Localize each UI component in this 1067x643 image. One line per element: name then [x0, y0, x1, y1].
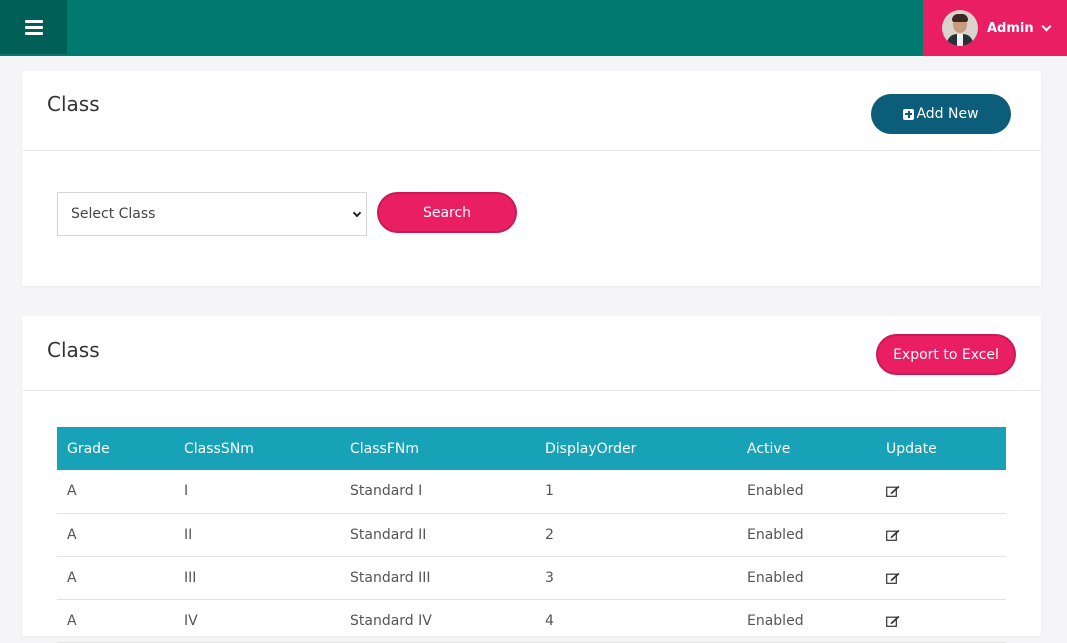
cell-grade: A: [57, 513, 174, 557]
export-to-excel-button[interactable]: Export to Excel: [876, 334, 1016, 375]
cell-classsnm: II: [174, 513, 340, 557]
edit-icon[interactable]: [886, 529, 900, 541]
edit-icon[interactable]: [886, 572, 900, 584]
cell-active: Enabled: [737, 556, 876, 600]
column-header-classfnm[interactable]: ClassFNm: [340, 427, 535, 470]
cell-grade: A: [57, 470, 174, 514]
cell-classsnm: IV: [174, 599, 340, 643]
column-header-classsnm[interactable]: ClassSNm: [174, 427, 340, 470]
add-new-label: Add New: [916, 106, 979, 122]
cell-update: [876, 599, 1006, 643]
cell-grade: A: [57, 599, 174, 643]
table-row: A IV Standard IV 4 Enabled: [57, 599, 1006, 643]
cell-active: Enabled: [737, 599, 876, 643]
avatar: [942, 10, 978, 46]
cell-active: Enabled: [737, 513, 876, 557]
chevron-down-icon: [1041, 21, 1052, 31]
user-name: Admin: [987, 20, 1034, 36]
menu-toggle-button[interactable]: [0, 0, 67, 54]
cell-update: [876, 470, 1006, 514]
column-header-active[interactable]: Active: [737, 427, 876, 470]
cell-active: Enabled: [737, 470, 876, 514]
class-list-card-header: Class Export to Excel: [22, 316, 1041, 391]
page-title: Class: [47, 92, 100, 116]
cell-classfnm: Standard IV: [340, 599, 535, 643]
cell-classfnm: Standard I: [340, 470, 535, 514]
cell-update: [876, 513, 1006, 557]
cell-displayorder: 4: [535, 599, 737, 643]
class-list-card: Class Export to Excel Grade ClassSNm Cla…: [22, 316, 1041, 643]
chevron-down-icon: [352, 208, 362, 218]
table-row: A III Standard III 3 Enabled: [57, 556, 1006, 600]
top-navbar: Admin: [0, 0, 1067, 56]
edit-icon[interactable]: [886, 485, 900, 498]
user-menu[interactable]: Admin: [923, 0, 1067, 56]
cell-classfnm: Standard III: [340, 556, 535, 600]
table-row: A I Standard I 1 Enabled: [57, 470, 1006, 514]
column-header-update: Update: [876, 427, 1006, 470]
table-header-row: Grade ClassSNm ClassFNm DisplayOrder Act…: [57, 427, 1006, 470]
cell-update: [876, 556, 1006, 600]
plus-square-icon: [903, 108, 915, 120]
cell-classsnm: III: [174, 556, 340, 600]
list-title: Class: [47, 338, 100, 362]
cell-displayorder: 3: [535, 556, 737, 600]
class-select-value: Select Class: [71, 206, 156, 222]
hamburger-menu-icon: [24, 20, 43, 35]
class-select[interactable]: Select Class: [57, 192, 367, 236]
cell-displayorder: 1: [535, 470, 737, 514]
class-table: Grade ClassSNm ClassFNm DisplayOrder Act…: [57, 427, 1006, 643]
cell-classsnm: I: [174, 470, 340, 514]
filter-card-header: Class Add New: [22, 71, 1041, 151]
cell-grade: A: [57, 556, 174, 600]
column-header-grade[interactable]: Grade: [57, 427, 174, 470]
cell-displayorder: 2: [535, 513, 737, 557]
column-header-displayorder[interactable]: DisplayOrder: [535, 427, 737, 470]
search-button[interactable]: Search: [377, 192, 517, 233]
table-row: A II Standard II 2 Enabled: [57, 513, 1006, 557]
filter-card: Class Add New Select Class Search: [22, 71, 1041, 286]
add-new-button[interactable]: Add New: [871, 94, 1011, 134]
cell-classfnm: Standard II: [340, 513, 535, 557]
